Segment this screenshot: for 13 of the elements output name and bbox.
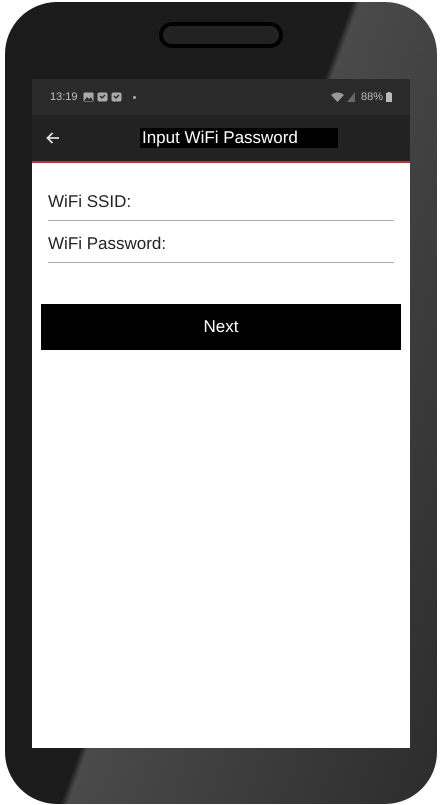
message-icon (110, 92, 122, 102)
message-icon (96, 92, 108, 102)
next-button[interactable]: Next (41, 304, 401, 350)
wifi-icon (330, 92, 344, 102)
signal-icon (346, 92, 355, 102)
input-field[interactable]: WiFi SSID: (48, 179, 394, 221)
screen-title: Input WiFi Password (140, 128, 338, 148)
status-time: 13:19 (50, 90, 78, 105)
image-icon (82, 92, 94, 102)
battery-icon (386, 92, 392, 102)
back-icon[interactable] (46, 132, 60, 144)
battery-percent: 88% (360, 90, 383, 105)
input-field[interactable]: WiFi Password: (48, 221, 394, 263)
